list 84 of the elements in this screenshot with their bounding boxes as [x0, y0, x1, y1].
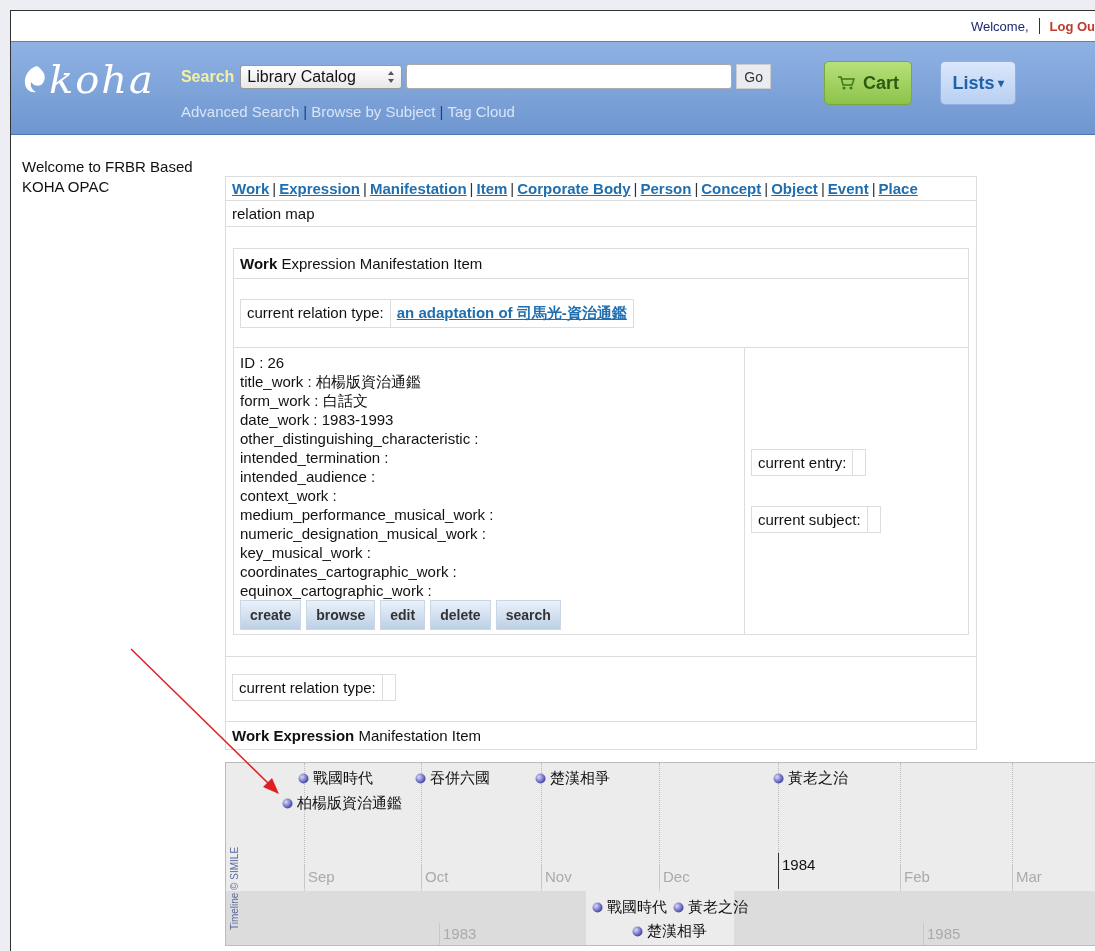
logout-link[interactable]: Log Ou	[1049, 18, 1095, 34]
field-text: date_work : 1983-1993	[240, 410, 395, 429]
axis-label: Feb	[900, 865, 930, 889]
action-button[interactable]: browse	[306, 600, 376, 630]
credit-text: Timeline © SIMILE	[228, 845, 240, 933]
lists-button[interactable]: Lists ▾	[940, 61, 1016, 105]
nav-link[interactable]: Corporate Body	[517, 180, 631, 197]
field-text: intended_audience :	[240, 467, 377, 486]
field-text: intended_termination :	[240, 448, 390, 467]
separator-text: |	[510, 180, 515, 197]
spinner-arrows-icon	[387, 69, 396, 84]
event-dot-icon	[282, 798, 293, 809]
current-subject-label: current subject:	[752, 507, 868, 532]
go-button[interactable]: Go	[736, 64, 771, 89]
action-button[interactable]: edit	[380, 600, 426, 630]
event-dot-icon	[592, 902, 603, 913]
nav-link[interactable]: Work	[232, 180, 270, 197]
separator-text: |	[469, 180, 474, 197]
event-dot-icon	[535, 773, 546, 784]
separator-text: |	[694, 180, 699, 197]
section-title: relation map	[226, 201, 976, 227]
separator-text: |	[764, 180, 769, 197]
search-field[interactable]	[406, 64, 733, 89]
relation-type-label: current relation type:	[241, 300, 391, 327]
current-entry-label: current entry:	[752, 450, 854, 475]
event-dot-icon	[415, 773, 426, 784]
nav-link[interactable]: Concept	[701, 180, 762, 197]
axis-label: Dec	[659, 865, 690, 889]
field-text: coordinates_cartographic_work :	[240, 562, 458, 581]
welcome-text: Welcome,	[970, 18, 1029, 34]
separator-text: |	[633, 180, 638, 197]
event-dot-icon	[298, 773, 309, 784]
separator-text: |	[820, 180, 825, 197]
field-text: medium_performance_musical_work :	[240, 505, 495, 524]
event-label[interactable]: 柏楊版資治通鑑	[297, 794, 402, 813]
cart-icon	[837, 75, 855, 91]
relation-type-label: current relation type:	[233, 675, 383, 700]
action-button[interactable]: search	[495, 600, 561, 630]
field-text: context_work :	[240, 486, 338, 505]
separator-text: |	[272, 180, 277, 197]
action-button[interactable]: delete	[430, 600, 491, 630]
logo-icon	[23, 64, 47, 94]
axis-label: Nov	[541, 865, 572, 889]
separator-text: |	[439, 103, 444, 120]
section-heading: Work Expression Manifestation Item	[231, 726, 482, 746]
panel-heading: Work Expression Manifestation Item	[234, 249, 968, 279]
action-button[interactable]: create	[240, 600, 302, 630]
nav-link[interactable]: Expression	[279, 180, 360, 197]
field-text: form_work : 白話文	[240, 391, 369, 410]
event-dot-icon	[773, 773, 784, 784]
nav-link[interactable]: Person	[640, 180, 692, 197]
event-label[interactable]: 吞併六國	[430, 769, 490, 788]
welcome-message: Welcome to FRBR Based KOHA OPAC	[21, 157, 194, 197]
event-label[interactable]: 戰國時代	[607, 898, 667, 917]
field-text: key_musical_work :	[240, 543, 372, 562]
axis-label: 1984	[778, 853, 816, 889]
event-label[interactable]: 楚漢相爭	[647, 922, 707, 941]
field-text: title_work : 柏楊版資治通鑑	[240, 372, 422, 391]
axis-label: Sep	[304, 865, 335, 889]
event-label[interactable]: 楚漢相爭	[550, 769, 610, 788]
axis-label: Oct	[421, 865, 449, 889]
nav-link[interactable]: Object	[771, 180, 818, 197]
nav-link[interactable]: Item	[476, 180, 508, 197]
event-label[interactable]: 戰國時代	[313, 769, 373, 788]
koha-logo: koha	[49, 56, 155, 102]
event-label[interactable]: 黃老之治	[788, 769, 848, 788]
event-dot-icon	[673, 902, 684, 913]
nav-link[interactable]: Place	[878, 180, 918, 197]
field-text: other_distinguishing_characteristic :	[240, 429, 480, 448]
separator-text: |	[363, 180, 367, 197]
relation-link[interactable]: an adaptation of 司馬光-資治通鑑	[396, 304, 627, 321]
axis-label: Mar	[1012, 865, 1042, 889]
field-text: numeric_designation_musical_work :	[240, 524, 487, 543]
event-label[interactable]: 黃老之治	[688, 898, 748, 917]
search-label: Search	[180, 67, 235, 86]
event-dot-icon	[632, 926, 643, 937]
nav-link[interactable]: Event	[827, 180, 869, 197]
catalog-select[interactable]: Library Catalog	[240, 64, 403, 89]
field-text: equinox_cartographic_work :	[240, 581, 433, 600]
separator-text: |	[871, 180, 876, 197]
field-text: ID : 26	[240, 353, 286, 372]
separator-text: |	[303, 103, 308, 120]
nav-link[interactable]: Manifestation	[369, 180, 467, 197]
cart-button[interactable]: Cart	[824, 61, 912, 105]
